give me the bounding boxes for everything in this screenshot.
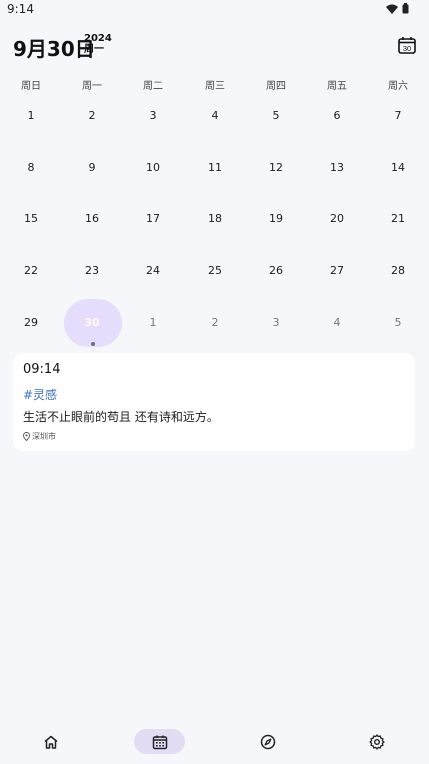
header-weekday: 周一 [84, 44, 104, 55]
location-pin-icon [23, 432, 30, 441]
weekday-header: 周日 周一 周二 周三 周四 周五 周六 [0, 77, 429, 92]
calendar-day[interactable]: 7 [378, 106, 418, 126]
calendar-day[interactable]: 16 [72, 209, 112, 229]
calendar-day[interactable]: 1 [11, 106, 51, 126]
bottom-nav [0, 720, 429, 764]
calendar-day[interactable]: 28 [378, 261, 418, 281]
weekday-label: 周三 [205, 81, 225, 92]
calendar-day[interactable]: 5 [256, 106, 296, 126]
weekday-label: 周五 [327, 81, 347, 92]
weekday-label: 周一 [82, 81, 102, 92]
entry-card[interactable]: 09:14 #灵感 生活不止眼前的苟且 还有诗和远方。 深圳市 [13, 353, 415, 451]
calendar-day-next-month[interactable]: 5 [378, 313, 418, 333]
calendar-day[interactable]: 17 [133, 209, 173, 229]
battery-icon [402, 3, 409, 14]
entry-location: 深圳市 [23, 431, 56, 442]
calendar-day[interactable]: 2 [72, 106, 112, 126]
calendar-day[interactable]: 29 [11, 313, 51, 333]
calendar-day[interactable]: 21 [378, 209, 418, 229]
event-dot [91, 342, 95, 346]
today-calendar-button[interactable]: 30 [397, 35, 417, 55]
calendar-day[interactable]: 13 [317, 158, 357, 178]
calendar-today-icon: 30 [398, 37, 416, 54]
calendar-day[interactable]: 18 [195, 209, 235, 229]
calendar-day[interactable]: 27 [317, 261, 357, 281]
calendar-day[interactable]: 12 [256, 158, 296, 178]
calendar-day-selected[interactable]: 30 [72, 313, 112, 333]
weekday-label: 周二 [143, 81, 163, 92]
nav-calendar[interactable] [134, 729, 185, 754]
calendar-day[interactable]: 20 [317, 209, 357, 229]
entry-location-text: 深圳市 [32, 432, 56, 441]
calendar-day[interactable]: 26 [256, 261, 296, 281]
weekday-label: 周六 [388, 81, 408, 92]
entry-text: 生活不止眼前的苟且 还有诗和远方。 [23, 410, 219, 424]
home-icon [44, 735, 58, 749]
calendar-day[interactable]: 23 [72, 261, 112, 281]
calendar-today-number: 30 [403, 44, 411, 53]
weekday-label: 周四 [266, 81, 286, 92]
calendar-day[interactable]: 15 [11, 209, 51, 229]
header-year: 2024 [84, 33, 112, 44]
calendar-day[interactable]: 8 [11, 158, 51, 178]
calendar-day[interactable]: 10 [133, 158, 173, 178]
calendar-day[interactable]: 24 [133, 261, 173, 281]
calendar-day-next-month[interactable]: 2 [195, 313, 235, 333]
calendar-day[interactable]: 14 [378, 158, 418, 178]
entry-tag[interactable]: #灵感 [23, 386, 57, 403]
weekday-label: 周日 [21, 81, 41, 92]
calendar-day-next-month[interactable]: 1 [133, 313, 173, 333]
compass-icon [260, 734, 276, 749]
status-time: 9:14 [7, 2, 34, 16]
calendar-day[interactable]: 3 [133, 106, 173, 126]
nav-settings[interactable] [364, 729, 390, 754]
status-bar: 9:14 [0, 0, 429, 20]
calendar-day[interactable]: 11 [195, 158, 235, 178]
header: 9月30日 2024 周一 30 [0, 30, 429, 61]
calendar-day[interactable]: 9 [72, 158, 112, 178]
nav-home[interactable] [38, 729, 64, 754]
calendar-day[interactable]: 4 [195, 106, 235, 126]
calendar-icon [152, 735, 167, 749]
nav-explore[interactable] [255, 729, 281, 754]
calendar-day[interactable]: 22 [11, 261, 51, 281]
calendar-day[interactable]: 25 [195, 261, 235, 281]
entry-time: 09:14 [23, 362, 61, 377]
page-title: 9月30日 [13, 37, 95, 61]
wifi-icon [386, 4, 398, 14]
header-year-weekday: 2024 周一 [84, 33, 112, 55]
calendar-day[interactable]: 6 [317, 106, 357, 126]
calendar-day-next-month[interactable]: 4 [317, 313, 357, 333]
calendar-day-next-month[interactable]: 3 [256, 313, 296, 333]
settings-icon [369, 733, 385, 750]
calendar-day[interactable]: 19 [256, 209, 296, 229]
status-icons [386, 3, 409, 14]
